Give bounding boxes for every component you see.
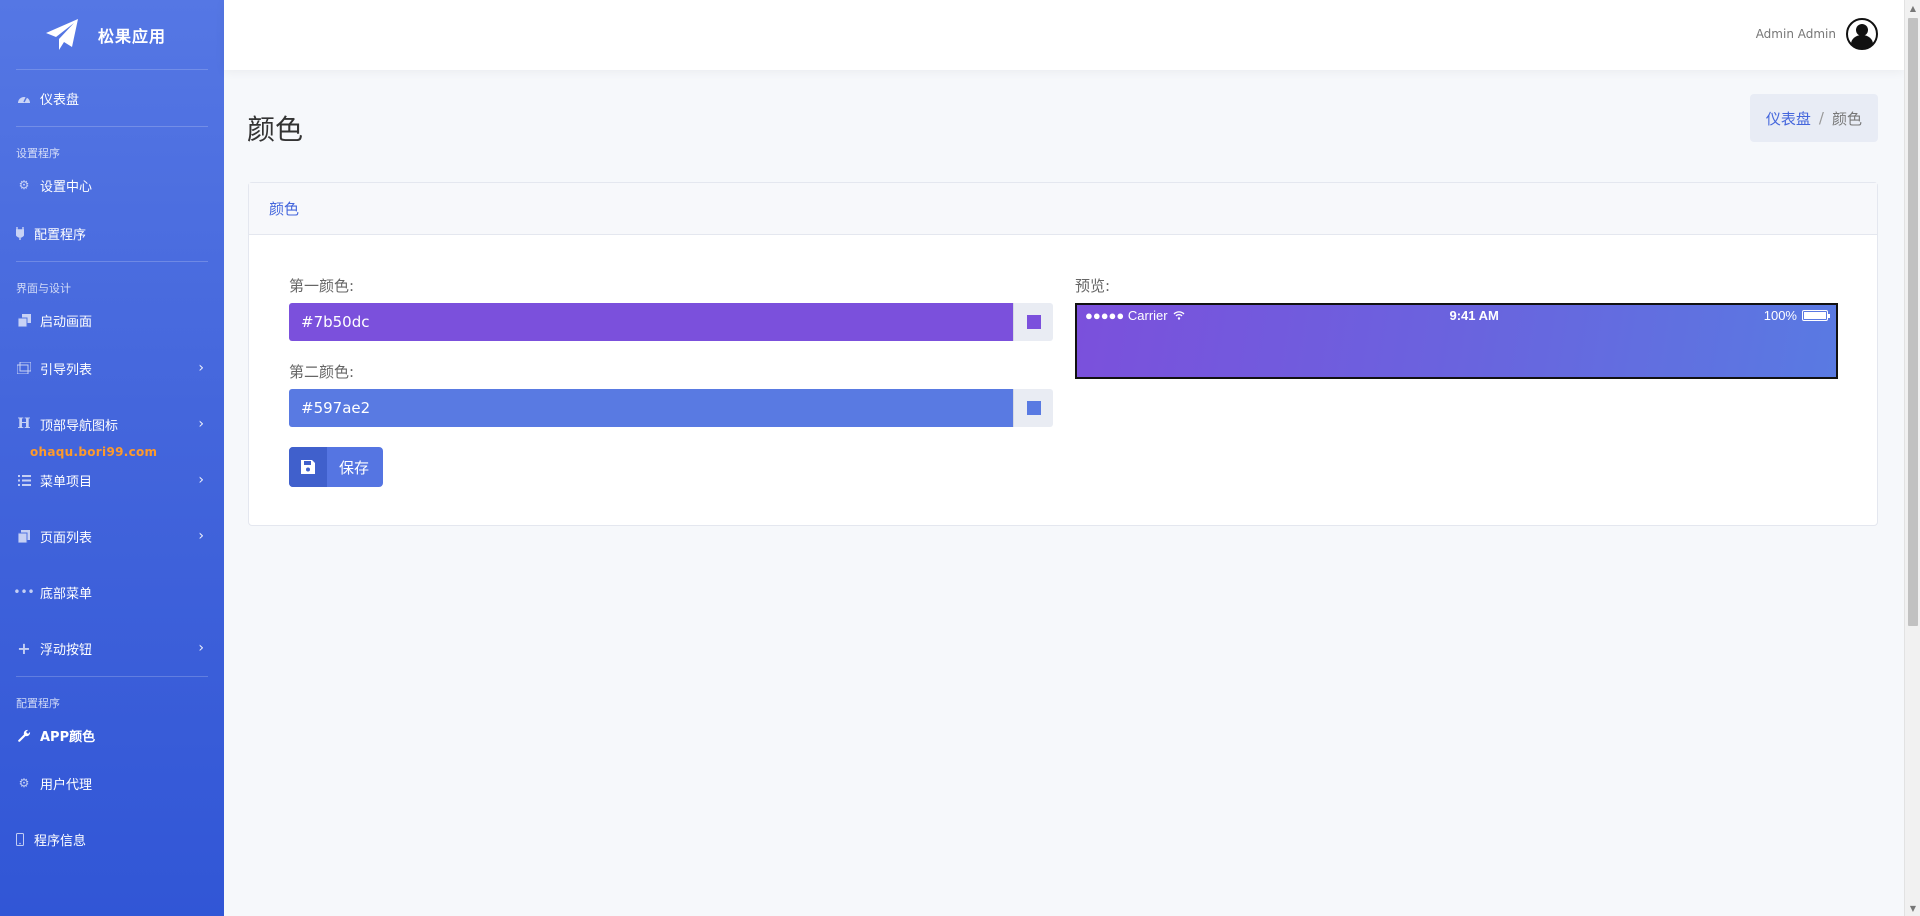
gears-icon: ⚙ (18, 178, 30, 192)
chevron-right-icon: › (198, 528, 204, 544)
breadcrumb-current: 颜色 (1831, 109, 1862, 128)
card-title: 颜色 (249, 183, 1877, 235)
second-color-picker-button[interactable] (1013, 389, 1053, 427)
sidebar: 松果应用 仪表盘 设置程序 ⚙ 设置中心 配置程序 界面与设计 启动画面 引导列… (0, 0, 224, 916)
gears-icon: ⚙ (18, 776, 30, 790)
color-settings-card: 颜色 第一颜色: #7b50dc 第二颜色: #597ae2 保存 预览: ●●… (248, 182, 1878, 526)
sidebar-item-top-nav-icons[interactable]: H 顶部导航图标 › (0, 396, 224, 452)
sidebar-item-label: APP颜色 (40, 729, 96, 745)
sidebar-item-label: 启动画面 (40, 314, 93, 330)
chevron-right-icon: › (198, 472, 204, 488)
sidebar-item-label: 页面列表 (40, 530, 93, 546)
second-color-input[interactable]: #597ae2 (289, 389, 1013, 427)
brand[interactable]: 松果应用 (16, 0, 208, 70)
sidebar-item-label: 用户代理 (40, 777, 93, 793)
status-left: ●●●●● Carrier (1085, 308, 1185, 323)
sidebar-item-bottom-menu[interactable]: ••• 底部菜单 (0, 564, 224, 620)
scroll-up-arrow-icon[interactable]: ▲ (1905, 0, 1920, 16)
save-button-label: 保存 (339, 459, 370, 477)
first-color-label: 第一颜色: (289, 277, 355, 295)
sidebar-item-float-button[interactable]: + 浮动按钮 › (0, 620, 224, 676)
sidebar-item-page-list[interactable]: 页面列表 › (0, 508, 224, 564)
section-label-setup: 设置程序 (16, 147, 60, 160)
battery-icon (1801, 309, 1830, 321)
sidebar-item-label: 程序信息 (34, 833, 87, 849)
sidebar-item-app-colors[interactable]: APP颜色 (0, 715, 224, 755)
second-color-label: 第二颜色: (289, 363, 355, 381)
paper-plane-icon (46, 18, 78, 50)
breadcrumb-separator: / (1818, 109, 1824, 127)
files-icon (16, 528, 32, 544)
sidebar-item-label: 引导列表 (40, 362, 93, 378)
user-avatar-icon (1846, 18, 1878, 50)
sidebar-item-label: 配置程序 (34, 227, 87, 243)
breadcrumb: 仪表盘 / 颜色 (1749, 94, 1878, 142)
section-label-ui-design: 界面与设计 (16, 282, 71, 295)
brand-title: 松果应用 (98, 26, 167, 46)
wifi-icon (1173, 310, 1185, 320)
sidebar-item-guide-list[interactable]: 引导列表 › (0, 340, 224, 396)
gradient-preview: ●●●●● Carrier 9:41 AM 100% (1075, 303, 1838, 379)
sidebar-item-label: 菜单项目 (40, 474, 93, 490)
second-color-field[interactable]: #597ae2 (289, 389, 1053, 427)
page-scrollbar[interactable]: ▲ ▼ (1904, 0, 1920, 916)
clone-icon (16, 312, 32, 328)
sidebar-item-label: 仪表盘 (40, 92, 80, 108)
status-right: 100% (1763, 307, 1830, 323)
first-color-input[interactable]: #7b50dc (289, 303, 1013, 341)
floppy-disk-icon (289, 447, 327, 487)
second-color-swatch (1026, 401, 1041, 415)
preview-label: 预览: (1075, 277, 1111, 295)
first-color-swatch (1026, 315, 1041, 329)
sidebar-item-label: 底部菜单 (40, 586, 93, 602)
sidebar-item-label: 设置中心 (40, 179, 93, 195)
user-menu[interactable]: Admin Admin (1756, 18, 1878, 50)
sidebar-item-user-agent[interactable]: ⚙ 用户代理 (0, 755, 224, 811)
page-title: 颜色 (247, 113, 304, 146)
wrench-icon (16, 727, 32, 743)
plus-icon: + (17, 638, 31, 658)
list-icon (16, 472, 32, 488)
sidebar-item-settings-center[interactable]: ⚙ 设置中心 (0, 165, 224, 205)
save-button[interactable]: 保存 (289, 447, 384, 487)
sidebar-item-label: 顶部导航图标 (40, 418, 119, 434)
scroll-thumb[interactable] (1908, 18, 1918, 626)
plug-icon (14, 225, 26, 241)
sidebar-item-app-info[interactable]: 程序信息 (0, 811, 224, 867)
scroll-down-arrow-icon[interactable]: ▼ (1905, 900, 1920, 916)
images-icon (16, 360, 32, 376)
first-color-picker-button[interactable] (1013, 303, 1053, 341)
username: Admin Admin (1755, 27, 1836, 41)
sidebar-item-menu-items[interactable]: 菜单项目 › (0, 452, 224, 508)
sidebar-item-launch-screen[interactable]: 启动画面 (0, 300, 224, 340)
battery-percent: 100% (1763, 307, 1797, 323)
mobile-icon (14, 831, 26, 847)
chevron-right-icon: › (198, 640, 204, 656)
status-time: 9:41 AM (1449, 307, 1499, 323)
first-color-field[interactable]: #7b50dc (289, 303, 1053, 341)
breadcrumb-home-link[interactable]: 仪表盘 (1766, 108, 1811, 129)
header-icon: H (17, 416, 31, 432)
chevron-right-icon: › (198, 416, 204, 432)
dashboard-icon (16, 90, 32, 106)
phone-status-bar: ●●●●● Carrier 9:41 AM 100% (1077, 305, 1836, 325)
sidebar-item-label: 浮动按钮 (40, 642, 93, 658)
top-header: Admin Admin (224, 0, 1904, 70)
sidebar-item-dashboard[interactable]: 仪表盘 (0, 70, 224, 126)
section-label-configure: 配置程序 (16, 697, 60, 710)
chevron-right-icon: › (198, 360, 204, 376)
sidebar-item-config-app[interactable]: 配置程序 (0, 205, 224, 261)
carrier-text: ●●●●● Carrier (1085, 307, 1168, 323)
ellipsis-icon: ••• (13, 585, 35, 599)
